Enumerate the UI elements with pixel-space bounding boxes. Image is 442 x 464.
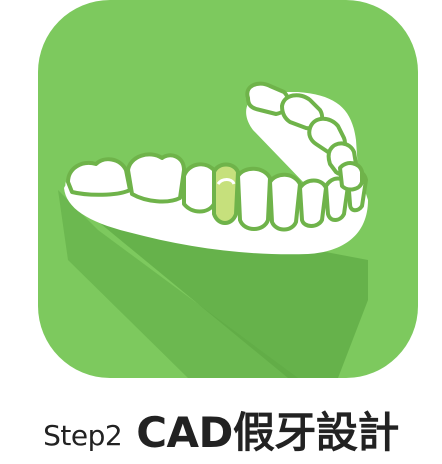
app-icon xyxy=(38,0,418,378)
step-label: Step2 xyxy=(43,419,123,452)
title-label: CAD假牙設計 xyxy=(136,408,399,457)
dental-cad-crown-icon xyxy=(38,0,418,378)
caption: Step2 CAD假牙設計 xyxy=(0,392,442,456)
